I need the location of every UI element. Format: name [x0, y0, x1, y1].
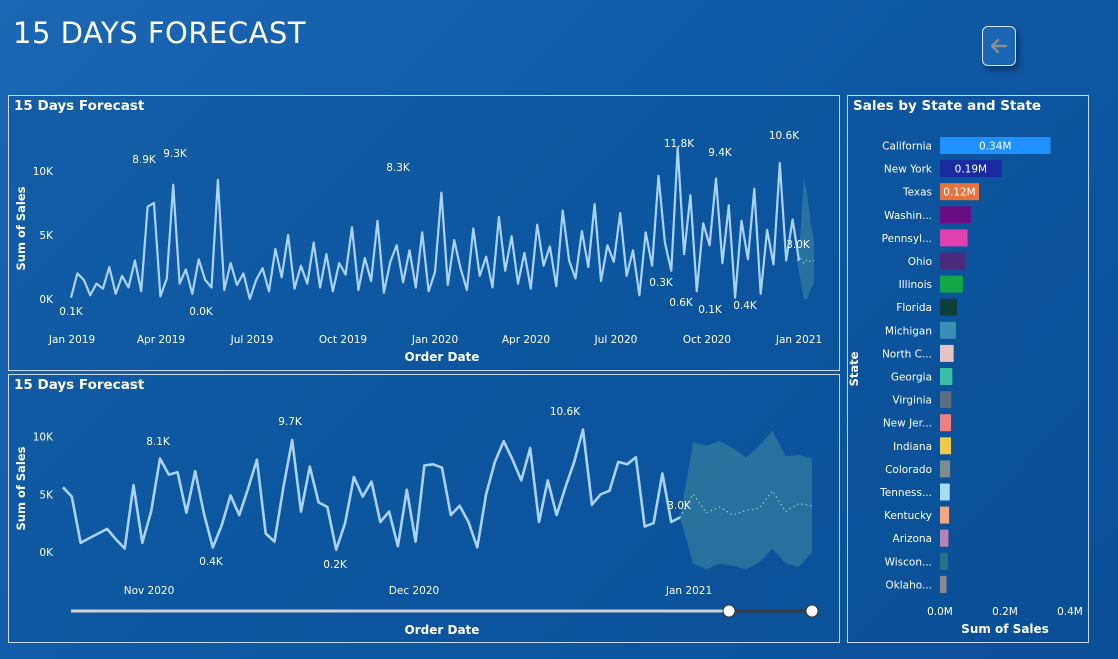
x-tick-label: Jul 2019 — [230, 334, 274, 346]
x-tick-label: Jan 2021 — [665, 585, 712, 597]
series-line — [69, 146, 801, 301]
x-tick-label: Jan 2020 — [411, 334, 458, 346]
y-axis-label: Sum of Sales — [14, 186, 28, 270]
bar — [940, 275, 963, 293]
x-tick-label: Jan 2019 — [48, 334, 95, 346]
x-tick-label: 0.2M — [992, 606, 1018, 618]
x-tick-label: Jan 2021 — [775, 334, 822, 346]
category-label: Arizona — [893, 533, 932, 545]
page-title: 15 DAYS FORECAST — [13, 16, 307, 50]
bar-data-label: 0.34M — [979, 141, 1011, 153]
bar — [940, 575, 947, 593]
bar — [940, 229, 968, 247]
category-label: Ohio — [908, 256, 932, 268]
data-label: 3.0K — [786, 239, 811, 251]
category-label: California — [882, 141, 932, 153]
x-axis-label: Order Date — [405, 350, 480, 364]
category-label: Virginia — [892, 395, 932, 407]
bar — [940, 414, 952, 432]
x-tick-label: 0.4M — [1057, 606, 1083, 618]
x-tick-label: Dec 2020 — [389, 585, 439, 597]
data-label: 0.0K — [189, 306, 214, 318]
x-tick-label: Apr 2019 — [137, 334, 185, 346]
forecast-chart-panel-bottom: 15 Days Forecast Sum of Sales 10K 5K 0K Nov … — [8, 374, 840, 643]
category-label: Georgia — [891, 372, 932, 384]
bar — [940, 321, 956, 339]
category-label: Illinois — [899, 279, 932, 291]
category-label: Washin... — [884, 210, 932, 222]
data-label: 8.9K — [132, 154, 157, 166]
data-label: 0.1K — [698, 304, 723, 316]
slider-handle-end[interactable] — [805, 604, 819, 618]
back-button[interactable] — [982, 26, 1016, 66]
data-label: 9.7K — [278, 416, 303, 428]
category-label: Kentucky — [884, 510, 932, 522]
category-label: Michigan — [885, 325, 932, 337]
category-label: Colorado — [885, 464, 932, 476]
category-label: Texas — [902, 187, 932, 199]
category-label: New Jer... — [883, 418, 932, 430]
forecast-confidence-band — [680, 430, 812, 570]
y-tick-label: 10K — [33, 432, 54, 444]
data-label: 0.3K — [649, 277, 674, 289]
bar — [940, 298, 957, 316]
bar — [940, 460, 951, 478]
y-axis-label: Sum of Sales — [14, 446, 28, 530]
bar — [940, 368, 953, 385]
bar — [940, 437, 952, 455]
data-label: 0.4K — [733, 300, 758, 312]
x-tick-label: Nov 2020 — [124, 585, 175, 597]
bar-data-label: 0.19M — [955, 164, 987, 176]
bar-data-label: 0.12M — [943, 187, 975, 199]
y-tick-label: 5K — [39, 489, 54, 501]
category-label: Oklaho... — [885, 579, 932, 591]
y-tick-label: 0K — [39, 294, 54, 306]
data-label: 10.6K — [550, 406, 581, 418]
bar — [940, 206, 971, 224]
category-label: New York — [884, 164, 933, 176]
data-label: 11.8K — [664, 138, 695, 150]
category-label: Pennsyl... — [882, 233, 932, 245]
forecast-line-chart-bottom[interactable]: Sum of Sales 10K 5K 0K Nov 2020 Dec 2020 Jan 2… — [9, 375, 839, 642]
slider-handle-start[interactable] — [722, 604, 736, 618]
y-tick-label: 10K — [33, 166, 54, 178]
sales-by-state-panel: Sales by State and State State California… — [847, 95, 1089, 643]
bar — [940, 506, 950, 524]
bar — [940, 344, 954, 362]
data-label: 9.3K — [163, 148, 188, 160]
forecast-chart-panel-top: 15 Days Forecast Sum of Sales 10K 5K 0K Jan … — [8, 95, 840, 371]
y-tick-label: 5K — [39, 230, 54, 242]
data-label: 0.2K — [323, 559, 348, 571]
category-label: Indiana — [893, 441, 932, 453]
x-tick-label: 0.0M — [927, 606, 953, 618]
x-tick-label: Apr 2020 — [502, 334, 550, 346]
y-axis-label: State — [848, 351, 861, 386]
data-label: 8.1K — [146, 436, 171, 448]
data-label: 0.1K — [59, 306, 84, 318]
bar — [940, 483, 950, 501]
category-label: Tenness... — [879, 487, 932, 499]
data-label: 9.4K — [708, 147, 733, 159]
sales-by-state-bar-chart[interactable]: State California 0.34M New York 0.19M Texas 0.… — [848, 96, 1088, 642]
category-label: Wiscon... — [885, 556, 932, 568]
x-axis-label: Sum of Sales — [961, 622, 1049, 636]
x-tick-label: Oct 2019 — [319, 334, 367, 346]
data-label: 0.4K — [199, 556, 224, 568]
forecast-line-chart-top[interactable]: Sum of Sales 10K 5K 0K Jan 2019 Apr 2019 Jul 2… — [9, 96, 839, 370]
category-label: North C... — [882, 348, 932, 360]
bar — [940, 529, 949, 547]
arrow-left-icon — [991, 39, 1007, 53]
data-label: 0.6K — [669, 297, 694, 309]
category-label: Florida — [896, 302, 932, 314]
bar — [940, 391, 952, 409]
x-tick-label: Oct 2020 — [683, 334, 731, 346]
data-label: 8.3K — [386, 162, 411, 174]
x-tick-label: Jul 2020 — [594, 334, 638, 346]
data-label: 10.6K — [769, 130, 800, 142]
y-tick-label: 0K — [39, 547, 54, 559]
bar — [940, 252, 966, 270]
x-axis-label: Order Date — [405, 623, 480, 637]
bar — [940, 552, 948, 570]
data-label: 3.0K — [667, 500, 692, 512]
